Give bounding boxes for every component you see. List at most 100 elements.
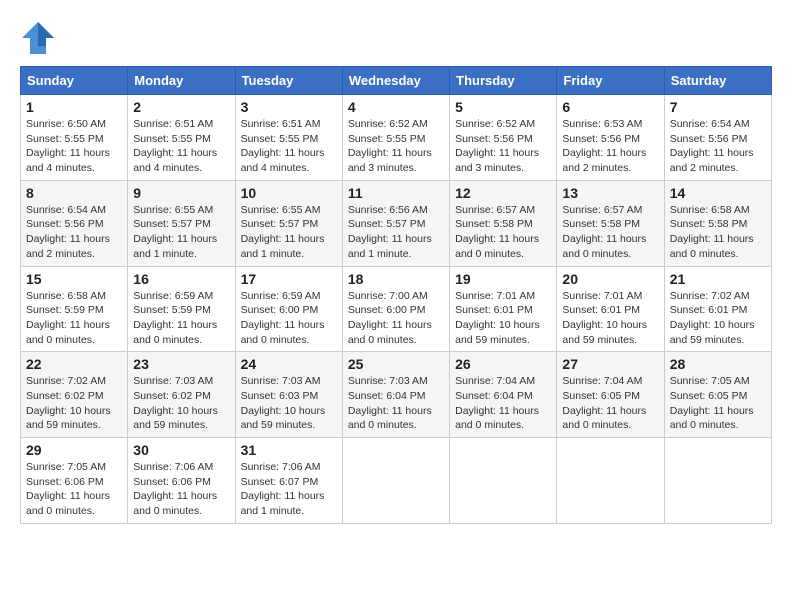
calendar-cell: 22Sunrise: 7:02 AM Sunset: 6:02 PM Dayli… <box>21 352 128 438</box>
day-number: 10 <box>241 185 337 201</box>
calendar-week-row: 22Sunrise: 7:02 AM Sunset: 6:02 PM Dayli… <box>21 352 772 438</box>
day-number: 30 <box>133 442 229 458</box>
calendar-cell: 21 Sunrise: 7:02 AM Sunset: 6:01 PM Dayli… <box>664 266 771 352</box>
day-info: Sunrise: 7:03 AM Sunset: 6:02 PM Dayligh… <box>133 374 229 433</box>
day-header-tuesday: Tuesday <box>235 67 342 95</box>
day-number: 9 <box>133 185 229 201</box>
day-number: 12 <box>455 185 551 201</box>
calendar-cell: 6Sunrise: 6:53 AM Sunset: 5:56 PM Daylig… <box>557 95 664 181</box>
day-info: Sunrise: 6:51 AM Sunset: 5:55 PM Dayligh… <box>133 117 229 176</box>
day-number: 6 <box>562 99 658 115</box>
calendar-week-row: 15 Sunrise: 6:58 AM Sunset: 5:59 PM Dayli… <box>21 266 772 352</box>
day-info: Sunrise: 6:54 AM Sunset: 5:56 PM Dayligh… <box>670 117 766 176</box>
day-header-monday: Monday <box>128 67 235 95</box>
calendar-cell: 13 Sunrise: 6:57 AM Sunset: 5:58 PM Dayli… <box>557 180 664 266</box>
day-info: Sunrise: 6:58 AM Sunset: 5:59 PM Dayligh… <box>26 289 122 348</box>
calendar-cell: 12 Sunrise: 6:57 AM Sunset: 5:58 PM Dayli… <box>450 180 557 266</box>
calendar-cell: 15 Sunrise: 6:58 AM Sunset: 5:59 PM Dayli… <box>21 266 128 352</box>
day-number: 28 <box>670 356 766 372</box>
logo-icon <box>20 20 56 56</box>
calendar-cell: 29Sunrise: 7:05 AM Sunset: 6:06 PM Dayli… <box>21 438 128 524</box>
day-header-wednesday: Wednesday <box>342 67 449 95</box>
day-number: 2 <box>133 99 229 115</box>
day-info: Sunrise: 7:02 AM Sunset: 6:02 PM Dayligh… <box>26 374 122 433</box>
day-number: 5 <box>455 99 551 115</box>
calendar-cell: 26Sunrise: 7:04 AM Sunset: 6:04 PM Dayli… <box>450 352 557 438</box>
day-header-saturday: Saturday <box>664 67 771 95</box>
day-header-thursday: Thursday <box>450 67 557 95</box>
day-info: Sunrise: 6:54 AM Sunset: 5:56 PM Dayligh… <box>26 203 122 262</box>
day-number: 18 <box>348 271 444 287</box>
day-number: 24 <box>241 356 337 372</box>
calendar-cell: 16 Sunrise: 6:59 AM Sunset: 5:59 PM Dayli… <box>128 266 235 352</box>
calendar-cell: 18 Sunrise: 7:00 AM Sunset: 6:00 PM Dayli… <box>342 266 449 352</box>
day-number: 21 <box>670 271 766 287</box>
day-info: Sunrise: 7:03 AM Sunset: 6:03 PM Dayligh… <box>241 374 337 433</box>
calendar-cell: 5Sunrise: 6:52 AM Sunset: 5:56 PM Daylig… <box>450 95 557 181</box>
day-info: Sunrise: 6:55 AM Sunset: 5:57 PM Dayligh… <box>133 203 229 262</box>
calendar-header-row: SundayMondayTuesdayWednesdayThursdayFrid… <box>21 67 772 95</box>
day-info: Sunrise: 6:57 AM Sunset: 5:58 PM Dayligh… <box>455 203 551 262</box>
calendar-cell: 10 Sunrise: 6:55 AM Sunset: 5:57 PM Dayli… <box>235 180 342 266</box>
day-number: 4 <box>348 99 444 115</box>
calendar-cell <box>664 438 771 524</box>
day-number: 11 <box>348 185 444 201</box>
calendar-cell <box>342 438 449 524</box>
day-number: 13 <box>562 185 658 201</box>
day-number: 16 <box>133 271 229 287</box>
calendar-cell: 11 Sunrise: 6:56 AM Sunset: 5:57 PM Dayli… <box>342 180 449 266</box>
day-info: Sunrise: 6:50 AM Sunset: 5:55 PM Dayligh… <box>26 117 122 176</box>
day-info: Sunrise: 7:06 AM Sunset: 6:06 PM Dayligh… <box>133 460 229 519</box>
calendar-week-row: 1 Sunrise: 6:50 AM Sunset: 5:55 PM Daylig… <box>21 95 772 181</box>
day-number: 23 <box>133 356 229 372</box>
day-info: Sunrise: 6:57 AM Sunset: 5:58 PM Dayligh… <box>562 203 658 262</box>
calendar-table: SundayMondayTuesdayWednesdayThursdayFrid… <box>20 66 772 524</box>
calendar-week-row: 29Sunrise: 7:05 AM Sunset: 6:06 PM Dayli… <box>21 438 772 524</box>
calendar-cell: 9 Sunrise: 6:55 AM Sunset: 5:57 PM Daylig… <box>128 180 235 266</box>
day-info: Sunrise: 7:02 AM Sunset: 6:01 PM Dayligh… <box>670 289 766 348</box>
calendar-cell: 31 Sunrise: 7:06 AM Sunset: 6:07 PM Dayli… <box>235 438 342 524</box>
day-info: Sunrise: 6:59 AM Sunset: 5:59 PM Dayligh… <box>133 289 229 348</box>
day-number: 31 <box>241 442 337 458</box>
day-info: Sunrise: 6:52 AM Sunset: 5:55 PM Dayligh… <box>348 117 444 176</box>
page-header <box>20 20 772 56</box>
calendar-cell: 25Sunrise: 7:03 AM Sunset: 6:04 PM Dayli… <box>342 352 449 438</box>
day-info: Sunrise: 7:06 AM Sunset: 6:07 PM Dayligh… <box>241 460 337 519</box>
calendar-cell: 3Sunrise: 6:51 AM Sunset: 5:55 PM Daylig… <box>235 95 342 181</box>
calendar-cell: 4 Sunrise: 6:52 AM Sunset: 5:55 PM Daylig… <box>342 95 449 181</box>
day-number: 8 <box>26 185 122 201</box>
calendar-cell: 30 Sunrise: 7:06 AM Sunset: 6:06 PM Dayli… <box>128 438 235 524</box>
day-info: Sunrise: 6:59 AM Sunset: 6:00 PM Dayligh… <box>241 289 337 348</box>
day-info: Sunrise: 6:58 AM Sunset: 5:58 PM Dayligh… <box>670 203 766 262</box>
calendar-cell <box>557 438 664 524</box>
day-info: Sunrise: 7:00 AM Sunset: 6:00 PM Dayligh… <box>348 289 444 348</box>
calendar-cell: 27Sunrise: 7:04 AM Sunset: 6:05 PM Dayli… <box>557 352 664 438</box>
calendar-week-row: 8 Sunrise: 6:54 AM Sunset: 5:56 PM Daylig… <box>21 180 772 266</box>
calendar-cell: 1 Sunrise: 6:50 AM Sunset: 5:55 PM Daylig… <box>21 95 128 181</box>
day-info: Sunrise: 7:01 AM Sunset: 6:01 PM Dayligh… <box>562 289 658 348</box>
day-number: 14 <box>670 185 766 201</box>
day-info: Sunrise: 6:55 AM Sunset: 5:57 PM Dayligh… <box>241 203 337 262</box>
calendar-cell: 7Sunrise: 6:54 AM Sunset: 5:56 PM Daylig… <box>664 95 771 181</box>
day-header-sunday: Sunday <box>21 67 128 95</box>
calendar-cell: 23 Sunrise: 7:03 AM Sunset: 6:02 PM Dayli… <box>128 352 235 438</box>
calendar-cell: 17Sunrise: 6:59 AM Sunset: 6:00 PM Dayli… <box>235 266 342 352</box>
day-info: Sunrise: 7:05 AM Sunset: 6:06 PM Dayligh… <box>26 460 122 519</box>
day-number: 1 <box>26 99 122 115</box>
calendar-cell: 28 Sunrise: 7:05 AM Sunset: 6:05 PM Dayli… <box>664 352 771 438</box>
day-info: Sunrise: 6:56 AM Sunset: 5:57 PM Dayligh… <box>348 203 444 262</box>
calendar-cell: 14 Sunrise: 6:58 AM Sunset: 5:58 PM Dayli… <box>664 180 771 266</box>
day-number: 20 <box>562 271 658 287</box>
day-number: 19 <box>455 271 551 287</box>
calendar-cell: 2 Sunrise: 6:51 AM Sunset: 5:55 PM Daylig… <box>128 95 235 181</box>
calendar-cell: 24 Sunrise: 7:03 AM Sunset: 6:03 PM Dayli… <box>235 352 342 438</box>
day-info: Sunrise: 7:01 AM Sunset: 6:01 PM Dayligh… <box>455 289 551 348</box>
day-number: 25 <box>348 356 444 372</box>
logo <box>20 20 62 56</box>
day-info: Sunrise: 7:04 AM Sunset: 6:04 PM Dayligh… <box>455 374 551 433</box>
calendar-cell: 8 Sunrise: 6:54 AM Sunset: 5:56 PM Daylig… <box>21 180 128 266</box>
day-number: 15 <box>26 271 122 287</box>
calendar-cell <box>450 438 557 524</box>
day-info: Sunrise: 7:05 AM Sunset: 6:05 PM Dayligh… <box>670 374 766 433</box>
calendar-cell: 19 Sunrise: 7:01 AM Sunset: 6:01 PM Dayli… <box>450 266 557 352</box>
